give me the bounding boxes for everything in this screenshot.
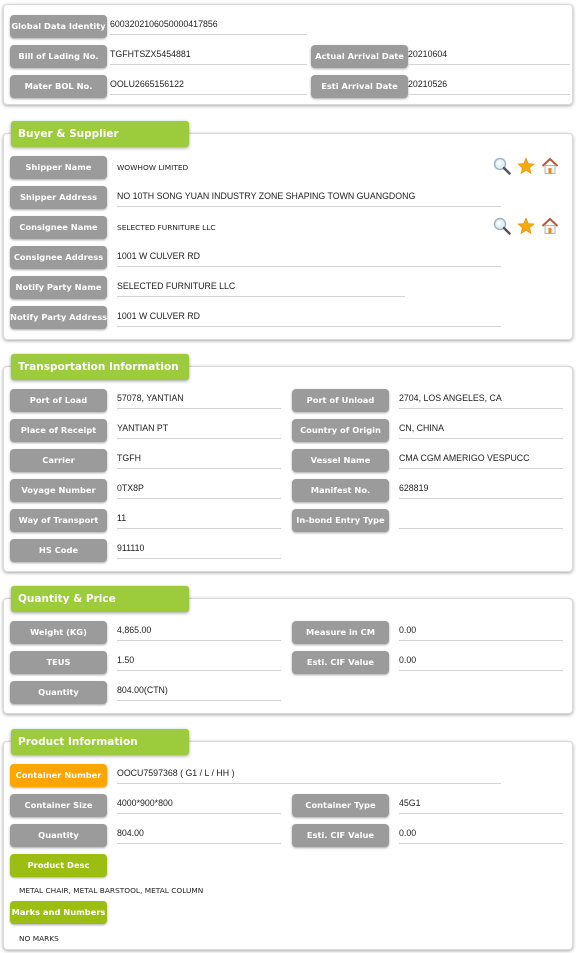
notify-party-name-value: SELECTED FURNITURE LLC xyxy=(117,279,405,297)
global-data-identity-label: Global Data Identity xyxy=(10,15,107,38)
container-size-label: Container Size xyxy=(10,794,107,817)
consignee-name-label: Consignee Name xyxy=(10,216,107,239)
hs-code-value: 911110 xyxy=(117,541,281,559)
vessel-name-label: Vessel Name xyxy=(292,449,389,472)
weight-label: Weight (KG) xyxy=(10,621,107,644)
teus-value: 1.50 xyxy=(117,653,281,671)
place-of-receipt-label: Place of Receipt xyxy=(10,419,107,442)
product-quantity-label: Quantity xyxy=(10,824,107,847)
container-number-value: OOCU7597368 ( G1 / L / HH ) xyxy=(117,766,501,784)
esti-arrival-date-label: Esti Arrival Date xyxy=(311,75,408,98)
manifest-no-value: 628819 xyxy=(399,481,563,499)
product-esti-cif-value: 0.00 xyxy=(399,826,563,844)
actual-arrival-date-label: Actual Arrival Date xyxy=(311,45,408,68)
shipper-actions xyxy=(493,157,559,175)
port-of-load-value: 57078, YANTIAN xyxy=(117,391,281,409)
container-size-value: 4000*900*800 xyxy=(117,796,281,814)
quantity-value: 804.00(CTN) xyxy=(117,683,281,701)
port-of-unload-value: 2704, LOS ANGELES, CA xyxy=(399,391,563,409)
way-of-transport-label: Way of Transport xyxy=(10,509,107,532)
home-icon[interactable] xyxy=(541,217,559,235)
esti-cif-value: 0.00 xyxy=(399,653,563,671)
place-of-receipt-value: YANTIAN PT xyxy=(117,421,281,439)
inbond-entry-type-value xyxy=(399,511,563,529)
search-icon[interactable] xyxy=(493,217,511,235)
voyage-number-label: Voyage Number xyxy=(10,479,107,502)
consignee-address-value: 1001 W CULVER RD xyxy=(117,249,501,267)
measure-label: Measure in CM xyxy=(292,621,389,644)
container-number-label: Container Number xyxy=(10,764,107,787)
consignee-actions xyxy=(493,217,559,235)
way-of-transport-value: 11 xyxy=(117,511,281,529)
product-esti-cif-label: Esti. CIF Value xyxy=(292,824,389,847)
notify-party-address-value: 1001 W CULVER RD xyxy=(117,309,501,327)
star-icon[interactable] xyxy=(517,157,535,175)
esti-cif-label: Esti. CIF Value xyxy=(292,651,389,674)
voyage-number-value: 0TX8P xyxy=(117,481,281,499)
port-of-unload-label: Port of Unload xyxy=(292,389,389,412)
vessel-name-value: CMA CGM AMERIGO VESPUCC xyxy=(399,451,563,469)
product-desc-label: Product Desc xyxy=(10,854,107,877)
port-of-load-label: Port of Load xyxy=(10,389,107,412)
esti-arrival-date-value: 20210526 xyxy=(408,77,570,95)
product-desc-value: METAL CHAIR, METAL BARSTOOL, METAL COLUM… xyxy=(19,886,204,895)
teus-label: TEUS xyxy=(10,651,107,674)
master-bol-label: Mater BOL No. xyxy=(10,75,107,98)
measure-value: 0.00 xyxy=(399,623,563,641)
weight-value: 4,865.00 xyxy=(117,623,281,641)
consignee-address-label: Consignee Address xyxy=(10,246,107,269)
buyer-supplier-title: Buyer & Supplier Information xyxy=(11,121,189,166)
marks-numbers-label: Marks and Numbers xyxy=(10,901,107,924)
bill-of-lading-value: TGFHTSZX5454881 xyxy=(110,47,307,65)
actual-arrival-date-value: 20210604 xyxy=(408,47,570,65)
global-data-identity-value: 6003202106050000417856 xyxy=(110,17,307,35)
carrier-label: Carrier xyxy=(10,449,107,472)
manifest-no-label: Manifest No. xyxy=(292,479,389,502)
shipper-name-label: Shipper Name xyxy=(10,156,107,179)
bill-of-lading-label: Bill of Lading No. xyxy=(10,45,107,68)
shipper-address-value: NO 10TH SONG YUAN INDUSTRY ZONE SHAPING … xyxy=(117,189,501,207)
notify-party-address-label: Notify Party Address xyxy=(10,306,107,329)
country-of-origin-label: Country of Origin xyxy=(292,419,389,442)
transportation-title: Transportation Information xyxy=(11,354,189,380)
shipper-address-label: Shipper Address xyxy=(10,186,107,209)
master-bol-value: OOLU2665156122 xyxy=(110,77,307,95)
container-type-value: 45G1 xyxy=(399,796,563,814)
container-type-label: Container Type xyxy=(292,794,389,817)
carrier-value: TGFH xyxy=(117,451,281,469)
star-icon[interactable] xyxy=(517,217,535,235)
consignee-name-value: SELECTED FURNITURE LLC xyxy=(117,223,216,232)
marks-numbers-value: NO MARKS xyxy=(19,934,59,943)
country-of-origin-value: CN, CHINA xyxy=(399,421,563,439)
quantity-price-title: Quantity & Price Information xyxy=(11,586,189,631)
notify-party-name-label: Notify Party Name xyxy=(10,276,107,299)
shipper-name-value: WOWHOW LIMITED xyxy=(117,163,189,172)
quantity-label: Quantity xyxy=(10,681,107,704)
search-icon[interactable] xyxy=(493,157,511,175)
inbond-entry-type-label: In-bond Entry Type xyxy=(292,509,389,532)
product-quantity-value: 804.00 xyxy=(117,826,281,844)
summary-panel: Global Data Identity 6003202106050000417… xyxy=(3,4,573,105)
product-title: Product Information xyxy=(11,729,189,755)
hs-code-label: HS Code xyxy=(10,539,107,562)
home-icon[interactable] xyxy=(541,157,559,175)
